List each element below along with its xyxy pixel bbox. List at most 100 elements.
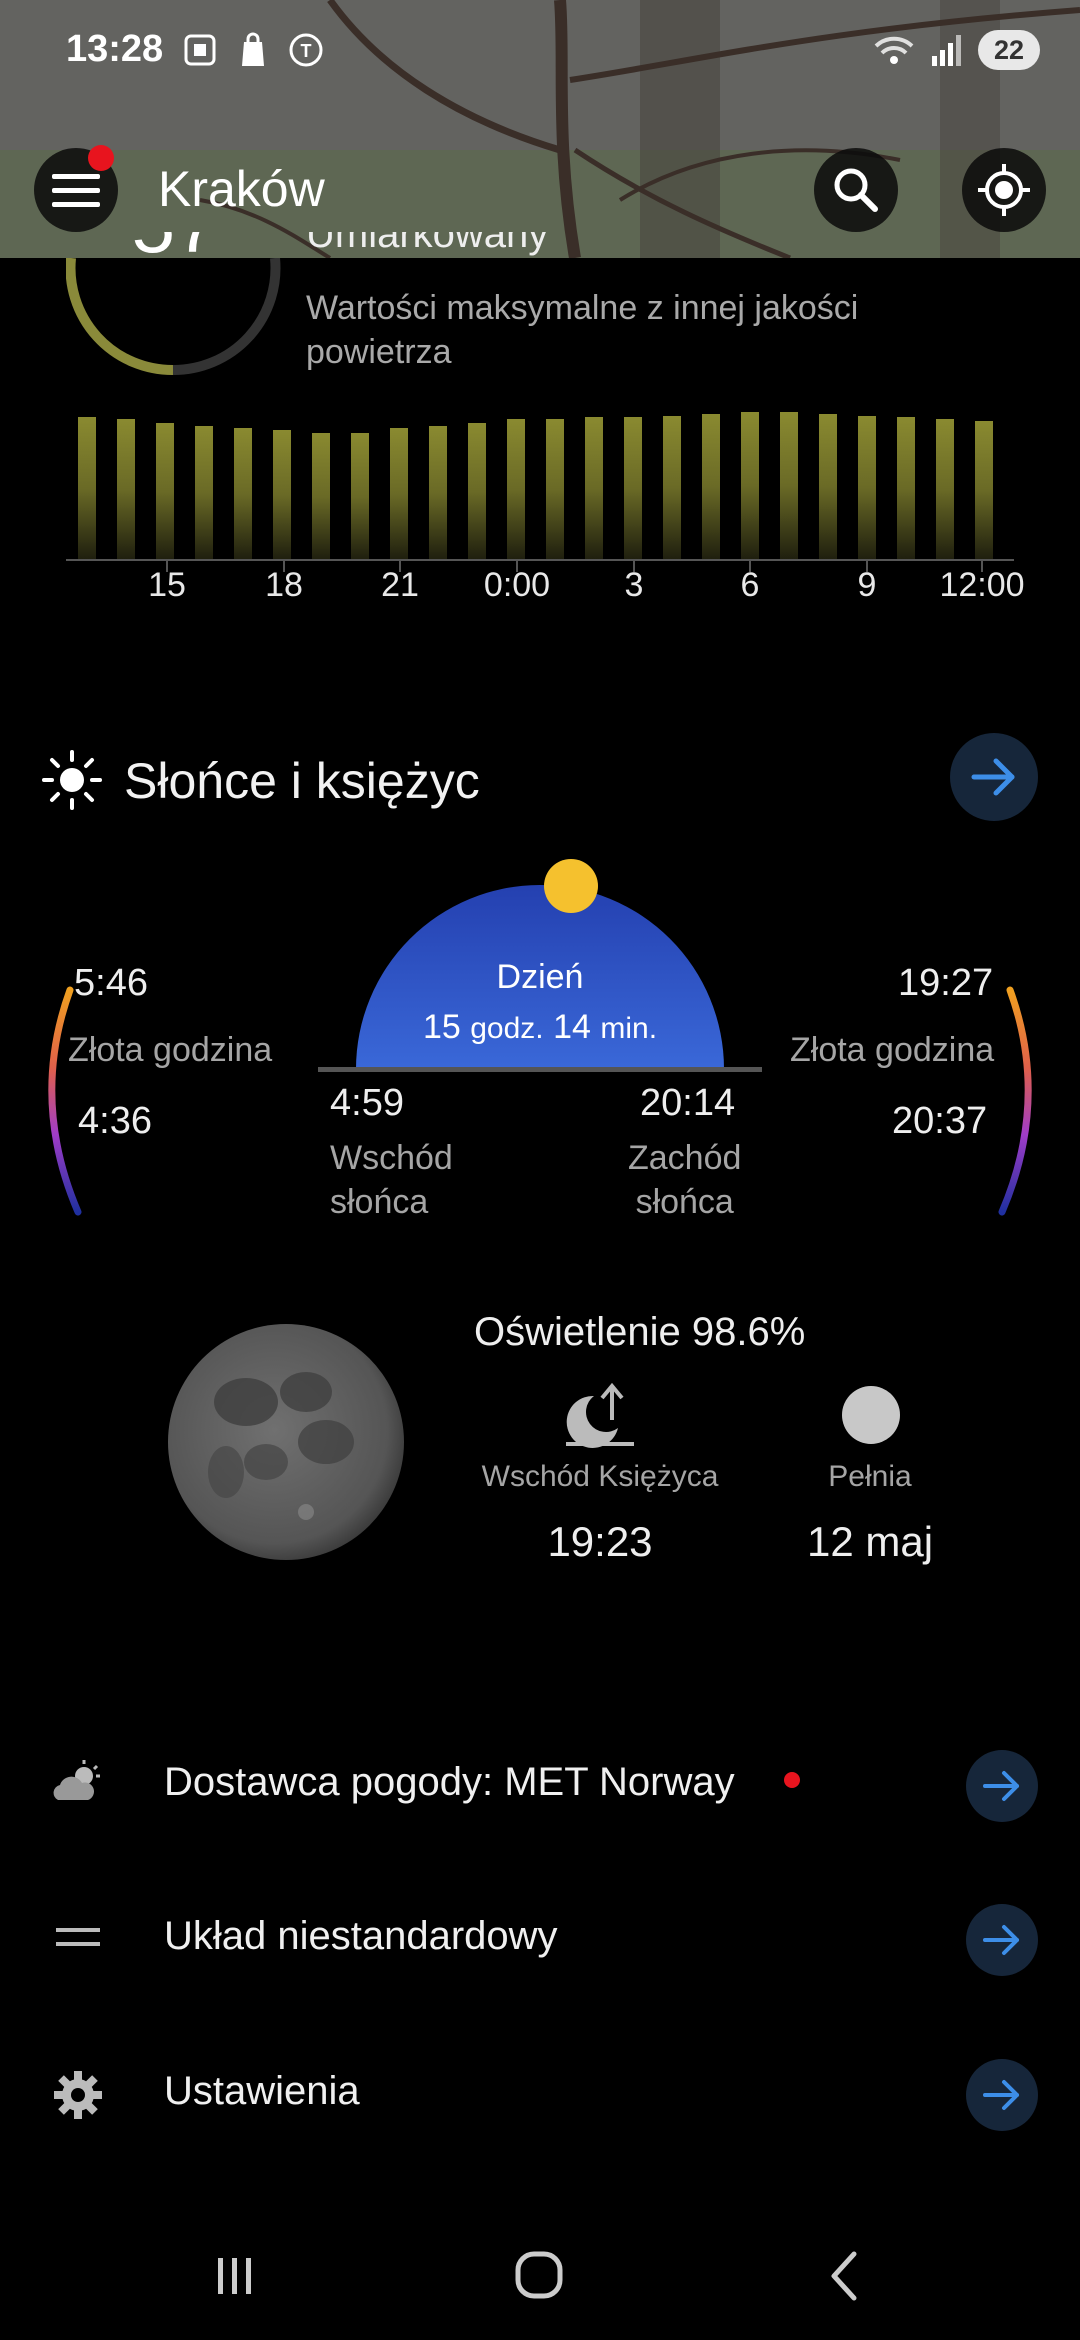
aqi-bar (234, 428, 252, 560)
aqi-axis-tick-label: 21 (381, 566, 419, 604)
aqi-bar (78, 417, 96, 560)
aqi-bar (624, 417, 642, 560)
sun-icon (42, 750, 102, 810)
aqi-bar (975, 421, 993, 560)
provider-alert-dot (784, 1772, 800, 1788)
aqi-axis-tick-label: 9 (857, 566, 877, 604)
status-notification-icons: T (182, 30, 324, 70)
notification-dot (88, 145, 114, 171)
aqi-bar (390, 428, 408, 560)
back-button[interactable] (820, 2240, 870, 2310)
aqi-bar (312, 433, 330, 560)
recent-apps-button[interactable] (210, 2240, 260, 2310)
arrow-right-icon (971, 758, 1015, 796)
partly-cloudy-icon (53, 1760, 100, 1800)
aqi-title-clip: Umiarkowany (306, 232, 1006, 272)
shopping-bag-icon (242, 32, 264, 66)
aqi-bar (156, 423, 174, 560)
aqi-bar (117, 419, 135, 560)
aqi-value-clip: 57 (120, 232, 230, 272)
weather-provider-row[interactable]: Dostawca pogody: MET Norway (0, 1724, 1080, 1844)
aqi-axis-tick-label: 3 (624, 566, 644, 604)
golden-hour-arc-right (998, 986, 1032, 1216)
moon-illumination: Oświetlenie 98.6% (474, 1310, 806, 1354)
sunset-label: Zachód słońca (628, 1136, 741, 1224)
aqi-bar (819, 414, 837, 560)
aqi-bar (780, 412, 798, 560)
day-hours-unit: godz. (470, 1012, 544, 1045)
moonrise-time: 19:23 (547, 1518, 653, 1565)
aqi-bar (936, 419, 954, 560)
sun-position-marker (544, 859, 598, 913)
aqi-bar (897, 417, 915, 560)
arrow-right-icon (983, 1771, 1019, 1801)
full-moon-label: Pełnia (828, 1460, 912, 1493)
arrow-right-icon (983, 2080, 1019, 2110)
arrow-right-icon (983, 1925, 1019, 1955)
sunrise-time: 4:59 (330, 1082, 404, 1124)
moonrise-icon (566, 1382, 634, 1448)
aqi-axis-tick-label: 15 (148, 566, 186, 604)
header-background: 13:28 T 22 Kraków (0, 0, 1080, 258)
aqi-bar (429, 426, 447, 560)
aqi-bar (663, 416, 681, 560)
golden-left-start: 5:46 (74, 962, 148, 1004)
aqi-axis-tick-label: 6 (740, 566, 760, 604)
sun-moon-details-button[interactable] (950, 733, 1038, 821)
day-label: Dzień (496, 958, 584, 996)
status-time: 13:28 (66, 28, 164, 70)
sunrise-label: Wschód słońca (330, 1136, 453, 1224)
aqi-axis-line (66, 559, 1014, 561)
settings-arrow[interactable] (966, 2059, 1038, 2131)
signal-icon (932, 35, 961, 66)
aqi-axis-tick-label: 18 (265, 566, 303, 604)
sunset-label-line2: słońca (635, 1183, 734, 1221)
sunrise-label-line2: słońca (330, 1183, 429, 1221)
moon-phase-image (168, 1324, 404, 1560)
aqi-bar (507, 419, 525, 560)
aqi-bar (702, 414, 720, 560)
aqi-bar (195, 426, 213, 560)
status-system-icons: 22 (872, 30, 1040, 70)
aqi-bar (585, 417, 603, 560)
settings-label: Ustawienia (164, 2069, 360, 2113)
aqi-gauge (66, 258, 281, 376)
weather-provider-arrow[interactable] (966, 1750, 1038, 1822)
day-minutes-unit: min. (600, 1012, 658, 1045)
aqi-subtitle: Wartości maksymalne z innej jakości powi… (306, 289, 859, 371)
day-hours: 15 (422, 1008, 461, 1046)
section-title-sun-moon: Słońce i księżyc (124, 753, 480, 809)
aqi-bar (546, 419, 564, 560)
day-minutes: 14 (553, 1008, 591, 1046)
search-button[interactable] (814, 148, 898, 232)
aqi-axis-tick-label: 12:00 (939, 566, 1025, 604)
aqi-bar (741, 412, 759, 560)
aqi-forecast-bars (70, 400, 1010, 560)
sunrise-label-line1: Wschód (330, 1139, 453, 1177)
wifi-icon (874, 36, 914, 64)
aqi-axis-tick-label: 0:00 (483, 566, 551, 604)
sunset-time: 20:14 (640, 1082, 736, 1124)
city-name[interactable]: Kraków (158, 160, 325, 218)
battery-level: 22 (978, 30, 1040, 70)
full-moon-icon (842, 1386, 900, 1444)
golden-right-end: 20:37 (892, 1100, 988, 1142)
moonrise-label: Wschód Księżyca (481, 1460, 719, 1493)
screenshot-icon (184, 34, 216, 66)
sunset-label-line1: Zachód (628, 1139, 742, 1177)
layout-lines-icon (56, 1928, 100, 1946)
golden-right-start: 19:27 (898, 962, 994, 1004)
gear-icon (54, 2071, 102, 2119)
gps-target-icon (978, 164, 1030, 216)
home-button[interactable] (510, 2240, 570, 2310)
weather-provider-label: Dostawca pogody: MET Norway (164, 1760, 735, 1804)
settings-row[interactable]: Ustawienia (0, 2033, 1080, 2153)
location-button[interactable] (962, 148, 1046, 232)
custom-layout-row[interactable]: Układ niestandardowy (0, 1878, 1080, 1998)
custom-layout-arrow[interactable] (966, 1904, 1038, 1976)
golden-right-label: Złota godzina (790, 1031, 995, 1069)
day-length: 15 godz. 14 min. (380, 1008, 700, 1047)
search-icon (834, 168, 878, 212)
svg-text:T: T (301, 41, 312, 61)
aqi-bar (273, 430, 291, 560)
